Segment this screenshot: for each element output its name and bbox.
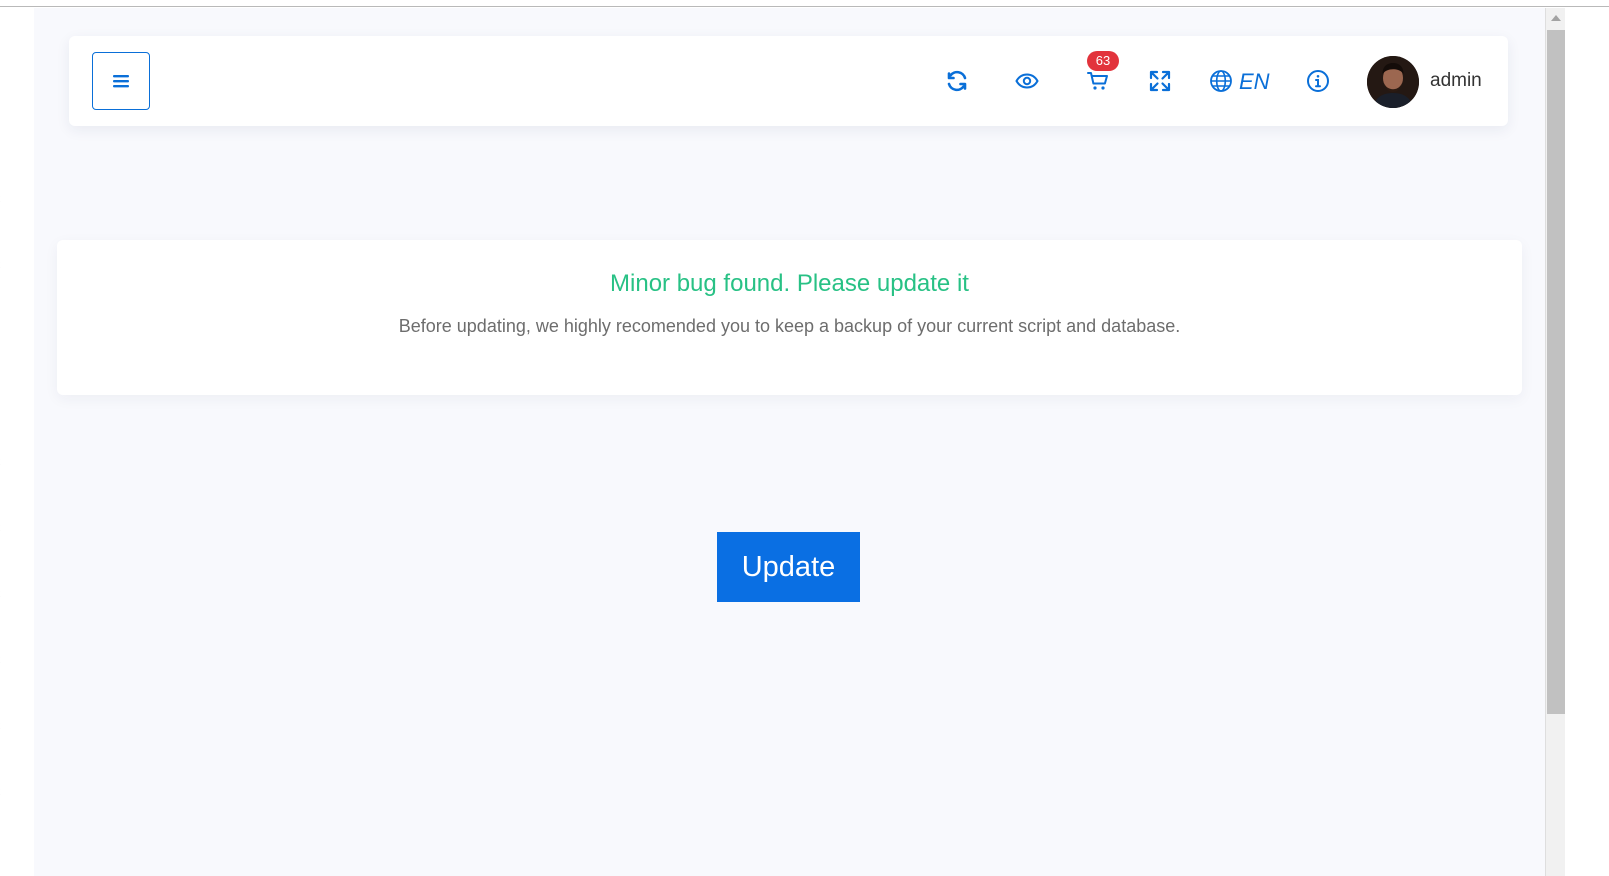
hamburger-icon [113, 75, 129, 88]
menu-toggle-button[interactable] [92, 52, 150, 110]
sidebar-edge: ‹ ‹ ‹ ‹ ‹ ‹ ‹ ‹ [0, 8, 34, 876]
update-button[interactable]: Update [717, 532, 860, 602]
fullscreen-icon [1149, 70, 1171, 92]
scrollbar-thumb[interactable] [1547, 30, 1565, 714]
sidebar-chevron-icon[interactable]: ‹ [0, 454, 6, 468]
notice-title: Minor bug found. Please update it [610, 270, 969, 297]
sidebar-chevron-icon[interactable]: ‹ [0, 257, 6, 271]
sidebar-chevron-icon[interactable]: ‹ [0, 784, 6, 798]
language-label[interactable]: EN [1239, 69, 1270, 95]
main-content: 63 EN admin Minor bug found. Please upda… [34, 8, 1545, 876]
avatar[interactable] [1367, 56, 1419, 108]
cart-count-badge: 63 [1087, 51, 1119, 71]
right-gutter [1566, 8, 1609, 876]
scroll-up-arrow-icon[interactable] [1546, 8, 1566, 28]
sidebar-chevron-icon[interactable]: ‹ [0, 652, 6, 666]
sidebar-chevron-icon[interactable]: ‹ [0, 586, 6, 600]
refresh-icon [947, 70, 967, 92]
view-site-button[interactable] [1012, 66, 1042, 96]
username-label[interactable]: admin [1430, 70, 1482, 92]
cart-icon [1087, 72, 1108, 90]
language-button[interactable] [1206, 66, 1236, 96]
fullscreen-button[interactable] [1145, 66, 1175, 96]
info-icon [1307, 70, 1329, 92]
notice-message: Before updating, we highly recomended yo… [398, 316, 1181, 336]
sidebar-chevron-icon[interactable]: ‹ [0, 191, 6, 205]
update-notice-card: Minor bug found. Please update it Before… [57, 240, 1522, 395]
vertical-scrollbar[interactable] [1545, 8, 1565, 876]
top-navbar: 63 EN admin [69, 36, 1508, 126]
sidebar-chevron-icon[interactable]: ‹ [0, 520, 6, 534]
globe-icon [1210, 70, 1232, 92]
refresh-button[interactable] [942, 66, 972, 96]
sidebar-chevron-icon[interactable]: ‹ [0, 718, 6, 732]
info-button[interactable] [1303, 66, 1333, 96]
eye-icon [1015, 73, 1039, 89]
window-top-border [0, 0, 1609, 7]
user-photo-icon [1367, 56, 1419, 108]
